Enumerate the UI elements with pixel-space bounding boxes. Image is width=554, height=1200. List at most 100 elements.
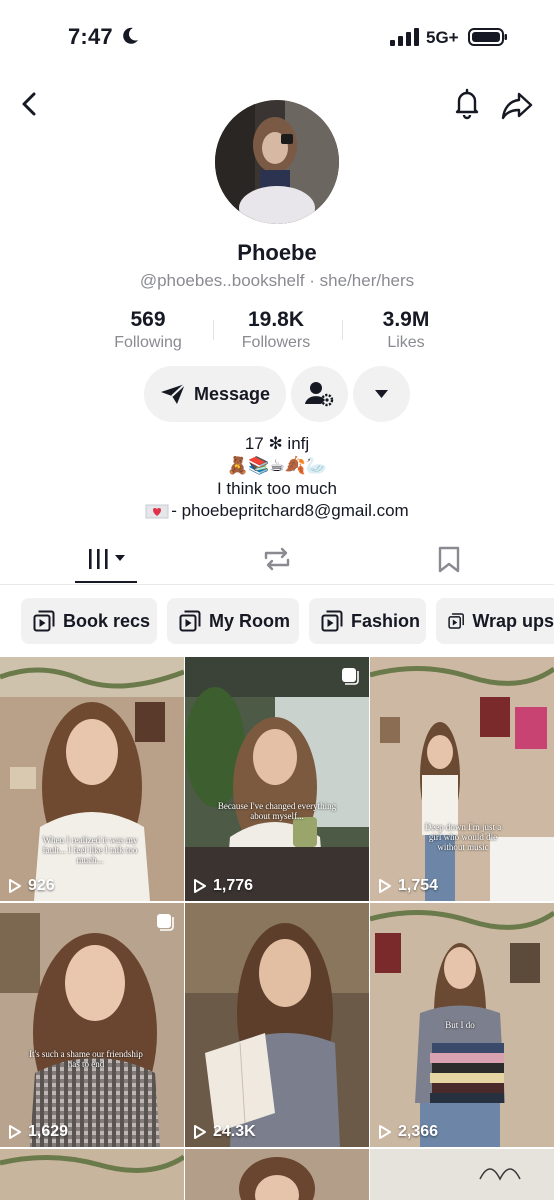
video-thumbnail[interactable] bbox=[0, 1149, 184, 1200]
active-tab-indicator bbox=[75, 581, 137, 583]
playlist-icon bbox=[448, 613, 464, 629]
pronouns: she/her/hers bbox=[319, 271, 415, 290]
moon-icon bbox=[123, 27, 138, 44]
view-count: 1,776 bbox=[193, 877, 253, 895]
video-thumbnail[interactable] bbox=[370, 1149, 554, 1200]
view-count-text: 1,754 bbox=[398, 877, 439, 894]
play-icon bbox=[9, 879, 21, 893]
more-options-button[interactable] bbox=[353, 366, 410, 422]
playlist-icon bbox=[179, 610, 201, 632]
view-count: 926 bbox=[8, 877, 55, 895]
playlist-label: Book recs bbox=[63, 610, 151, 631]
video-caption: Because I've changed everything about my… bbox=[217, 801, 337, 821]
playlist-chip[interactable]: My Room bbox=[167, 598, 299, 644]
profile-stats: 569 Following 19.8K Followers 3.9M Likes bbox=[90, 308, 470, 354]
tab-reposts[interactable] bbox=[260, 538, 294, 584]
repost-icon bbox=[264, 547, 290, 571]
video-still bbox=[185, 1149, 369, 1200]
stat-followers[interactable]: 19.8K Followers bbox=[211, 308, 341, 352]
send-icon bbox=[160, 383, 186, 404]
tab-favorites[interactable] bbox=[432, 538, 466, 584]
playlist-label: Fashion bbox=[351, 610, 421, 631]
video-thumbnail[interactable]: But I do 2,366 bbox=[370, 903, 554, 1147]
avatar[interactable] bbox=[215, 100, 339, 224]
message-button[interactable]: Message bbox=[144, 366, 286, 422]
following-label: Following bbox=[114, 334, 182, 351]
view-count-text: 24.3K bbox=[213, 1123, 256, 1140]
bio-line: I think too much bbox=[216, 479, 337, 498]
video-still bbox=[0, 1149, 184, 1200]
playlist-chip[interactable]: Fashion bbox=[309, 598, 426, 644]
followers-count: 19.8K bbox=[247, 308, 305, 331]
video-thumbnail[interactable]: Because I've changed everything about my… bbox=[185, 657, 369, 901]
bio-email-line: - phoebepritchard8@gmail.com bbox=[0, 501, 554, 521]
video-still bbox=[185, 657, 369, 901]
likes-label: Likes bbox=[387, 334, 425, 351]
stat-likes[interactable]: 3.9M Likes bbox=[341, 308, 471, 352]
play-icon bbox=[194, 879, 206, 893]
video-still bbox=[185, 903, 369, 1147]
photo-mode-icon bbox=[157, 914, 174, 931]
video-thumbnail[interactable]: Deep down I'm just a girl who would die … bbox=[370, 657, 554, 901]
view-count: 1,629 bbox=[8, 1123, 68, 1141]
video-thumbnail[interactable] bbox=[185, 1149, 369, 1200]
bio-line: 17 ✻ infj bbox=[244, 434, 310, 453]
display-name: Phoebe bbox=[237, 240, 317, 265]
video-thumbnail[interactable]: When I realized it was my fault... I fee… bbox=[0, 657, 184, 901]
handle-line: @phoebes..bookshelf · she/her/hers bbox=[0, 271, 554, 291]
bell-icon[interactable] bbox=[450, 86, 484, 120]
video-caption: Deep down I'm just a girl who would die … bbox=[424, 822, 502, 852]
view-count-text: 926 bbox=[28, 877, 55, 894]
avatar-photo bbox=[215, 100, 339, 224]
bio-email[interactable]: - phoebepritchard8@gmail.com bbox=[171, 501, 408, 521]
view-count: 24.3K bbox=[193, 1123, 256, 1141]
play-icon bbox=[379, 879, 391, 893]
grid-icon bbox=[89, 549, 125, 569]
separator: · bbox=[309, 271, 315, 290]
video-thumbnail[interactable]: It's such a shame our friendship has to … bbox=[0, 903, 184, 1147]
view-count-text: 1,776 bbox=[213, 877, 254, 894]
video-thumbnail[interactable]: 24.3K bbox=[185, 903, 369, 1147]
view-count-text: 1,629 bbox=[28, 1123, 69, 1140]
caret-down-icon bbox=[375, 390, 388, 398]
video-caption: But I do bbox=[445, 1020, 475, 1030]
username: @phoebes..bookshelf bbox=[139, 271, 305, 290]
stat-following[interactable]: 569 Following bbox=[83, 308, 213, 352]
video-caption: When I realized it was my fault... I fee… bbox=[42, 835, 138, 865]
play-icon bbox=[9, 1125, 21, 1139]
followers-label: Followers bbox=[241, 334, 311, 351]
view-count: 1,754 bbox=[378, 877, 438, 895]
play-icon bbox=[379, 1125, 391, 1139]
playlist-chip[interactable]: Book recs bbox=[21, 598, 157, 644]
video-still bbox=[370, 1149, 554, 1200]
message-label: Message bbox=[193, 383, 271, 404]
tabs-divider bbox=[0, 584, 554, 585]
status-bar: 7:47 5G+ bbox=[0, 0, 554, 76]
view-count: 2,366 bbox=[378, 1123, 438, 1141]
status-time: 7:47 bbox=[68, 24, 113, 49]
video-still bbox=[370, 657, 554, 901]
battery-icon bbox=[468, 28, 507, 46]
playlist-label: My Room bbox=[209, 610, 290, 631]
likes-count: 3.9M bbox=[382, 308, 430, 331]
following-count: 569 bbox=[130, 308, 166, 331]
view-count-text: 2,366 bbox=[398, 1123, 439, 1140]
video-still bbox=[0, 903, 184, 1147]
share-icon[interactable] bbox=[500, 88, 534, 122]
network-type: 5G+ bbox=[426, 28, 459, 47]
back-icon[interactable] bbox=[14, 88, 46, 120]
signal-icon bbox=[390, 28, 419, 46]
tab-videos[interactable] bbox=[82, 538, 134, 584]
photo-mode-icon bbox=[342, 668, 359, 685]
bio-emojis: 🧸📚☕🍂🦢 bbox=[227, 456, 327, 475]
playlist-chip[interactable]: Wrap ups bbox=[436, 598, 554, 644]
love-letter-icon bbox=[145, 504, 169, 519]
follow-settings-button[interactable] bbox=[291, 366, 348, 422]
playlist-icon bbox=[321, 610, 343, 632]
user-gear-icon bbox=[305, 382, 334, 407]
video-caption: It's such a shame our friendship has to … bbox=[29, 1049, 143, 1069]
play-icon bbox=[194, 1125, 206, 1139]
playlist-icon bbox=[33, 610, 55, 632]
playlist-label: Wrap ups bbox=[472, 610, 554, 631]
bookmark-icon bbox=[438, 546, 460, 573]
